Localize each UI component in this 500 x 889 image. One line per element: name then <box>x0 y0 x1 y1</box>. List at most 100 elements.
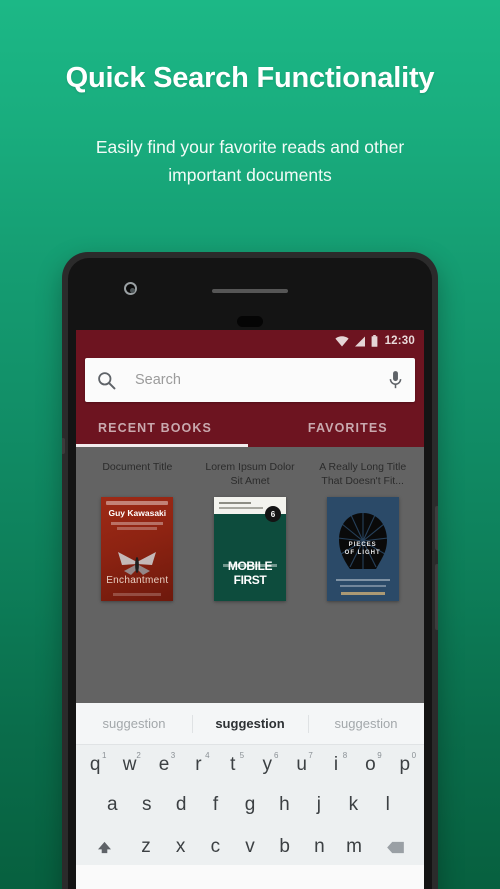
key-p[interactable]: 0p <box>388 751 422 778</box>
key-label: y <box>262 754 272 775</box>
key-hint-2: 2 <box>136 751 141 760</box>
key-d[interactable]: d <box>164 792 198 818</box>
key-u[interactable]: 7u <box>284 751 318 778</box>
key-hint-1: 1 <box>101 751 107 760</box>
key-c[interactable]: c <box>198 834 233 860</box>
key-o[interactable]: 9o <box>353 751 387 778</box>
key-v[interactable]: v <box>233 834 268 860</box>
cover-subtitle-rule-2 <box>117 527 158 530</box>
backspace-icon[interactable] <box>371 841 420 854</box>
search-input[interactable]: Search <box>135 372 388 388</box>
key-label: u <box>296 754 307 775</box>
key-label: o <box>365 754 376 775</box>
key-hint-5: 5 <box>239 751 245 760</box>
tab-bar: RECENT BOOKS FAVORITES D <box>76 409 424 447</box>
key-a[interactable]: a <box>95 792 129 818</box>
suggestion-item[interactable]: suggestion <box>76 716 192 731</box>
key-hint-3: 3 <box>170 751 176 760</box>
cover-title: PIECES OF LIGHT <box>327 541 399 557</box>
key-t[interactable]: 5t <box>216 751 250 778</box>
key-b[interactable]: b <box>267 834 302 860</box>
search-bar[interactable]: Search <box>85 358 415 402</box>
cover-rule-2 <box>339 584 386 587</box>
key-label: p <box>399 754 411 775</box>
book-card[interactable]: Document Title Guy Kawasaki Enchantment <box>86 461 189 601</box>
key-hint-7: 7 <box>308 751 313 760</box>
phone-power-button[interactable] <box>435 506 438 550</box>
key-r[interactable]: 4r <box>181 751 215 778</box>
book-cover-enchantment[interactable]: Guy Kawasaki Enchantment <box>101 497 174 601</box>
cover-title-line-2: OF LIGHT <box>344 550 381 556</box>
keyboard-row-2: a s d f g h j k l <box>76 792 424 818</box>
front-camera-icon <box>124 282 137 295</box>
cover-top-rule <box>106 501 169 505</box>
book-card[interactable]: A Really Long Title That Doesn't Fit... <box>311 461 414 601</box>
promo-subtitle-line-1: Easily find your favorite reads and othe… <box>95 137 405 157</box>
keyboard-row-1: 1q 2w 3e 4r 5t 6y 7u 8i 9o 0p <box>76 751 424 778</box>
earpiece-speaker-icon <box>212 289 288 293</box>
key-y[interactable]: 6y <box>250 751 284 778</box>
key-l[interactable]: l <box>371 792 405 818</box>
key-i[interactable]: 8i <box>319 751 353 778</box>
promo-subtitle: Easily find your favorite reads and othe… <box>0 133 500 189</box>
cover-footer-rule <box>113 593 162 596</box>
key-label: i <box>333 754 339 775</box>
book-cover-mobile-first[interactable]: 6 MOBILE FIRST <box>214 497 286 601</box>
cover-title-line-1: PIECES <box>348 542 377 548</box>
cell-signal-icon <box>354 336 365 346</box>
key-w[interactable]: 2w <box>112 751 146 778</box>
promo-subtitle-line-2: important documents <box>168 165 332 185</box>
page-title: Quick Search Functionality <box>65 62 435 94</box>
book-title: Lorem Ipsum Dolor Sit Amet <box>205 461 295 487</box>
onscreen-keyboard: 1q 2w 3e 4r 5t 6y 7u 8i 9o 0p a s d f g <box>76 745 424 865</box>
book-title: Document Title <box>102 461 173 473</box>
content-scrim[interactable]: Document Title Guy Kawasaki Enchantment … <box>76 447 424 703</box>
search-icon[interactable] <box>97 371 116 390</box>
microphone-icon[interactable] <box>388 370 403 390</box>
suggestion-item-selected[interactable]: suggestion <box>192 716 308 731</box>
front-camera-lens <box>130 288 135 293</box>
tab-favorites[interactable]: FAVORITES <box>308 421 388 435</box>
status-bar: 12:30 <box>76 330 424 352</box>
key-n[interactable]: n <box>302 834 337 860</box>
search-bar-container: Search <box>76 352 424 409</box>
phone-volume-button[interactable] <box>435 564 438 630</box>
key-s[interactable]: s <box>129 792 163 818</box>
moth-illustration <box>118 552 157 575</box>
book-title: A Really Long Title That Doesn't Fit... <box>319 461 407 487</box>
key-k[interactable]: k <box>336 792 370 818</box>
book-cover-pieces-of-light[interactable]: PIECES OF LIGHT <box>326 497 399 601</box>
key-label: r <box>195 754 202 775</box>
battery-icon <box>371 335 377 347</box>
key-x[interactable]: x <box>163 834 198 860</box>
promo-block: Quick Search Functionality Easily find y… <box>0 0 500 189</box>
phone-screen: 12:30 Search RECENT BOOKS FAVORITES Docu… <box>76 330 424 889</box>
key-g[interactable]: g <box>233 792 267 818</box>
cover-rule-1 <box>335 578 390 581</box>
key-e[interactable]: 3e <box>147 751 181 778</box>
key-label: w <box>122 754 137 775</box>
cover-title: MOBILE FIRST <box>227 559 273 587</box>
status-bar-clock: 12:30 <box>384 335 415 347</box>
suggestion-item[interactable]: suggestion <box>308 716 424 731</box>
cover-rule-3 <box>340 592 385 595</box>
key-hint-6: 6 <box>273 751 279 760</box>
tab-recent-books[interactable]: RECENT BOOKS <box>98 421 212 435</box>
key-hint-4: 4 <box>205 751 210 760</box>
book-card[interactable]: Lorem Ipsum Dolor Sit Amet 6 MOBILE FIRS… <box>199 461 302 601</box>
key-hint-0: 0 <box>411 751 417 760</box>
phone-left-button[interactable] <box>62 438 65 454</box>
cover-header-rule <box>219 502 251 504</box>
cover-book-name: Enchantment <box>106 575 169 586</box>
cover-badge: 6 <box>265 506 281 522</box>
key-j[interactable]: j <box>302 792 336 818</box>
proximity-sensor-icon <box>237 316 263 327</box>
shift-arrow-icon[interactable] <box>80 841 129 854</box>
key-q[interactable]: 1q <box>78 751 112 778</box>
key-z[interactable]: z <box>129 834 164 860</box>
key-f[interactable]: f <box>198 792 232 818</box>
key-m[interactable]: m <box>337 834 372 860</box>
key-h[interactable]: h <box>267 792 301 818</box>
phone-bezel: 12:30 Search RECENT BOOKS FAVORITES Docu… <box>68 258 432 889</box>
wifi-icon <box>334 335 349 346</box>
